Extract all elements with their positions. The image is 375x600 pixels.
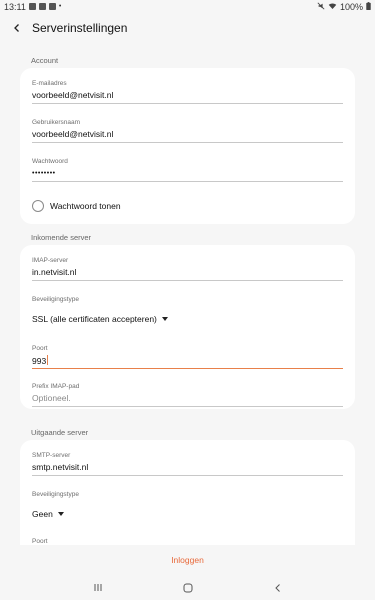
section-header-incoming: Inkomende server (31, 233, 92, 242)
clock: 13:11 (4, 1, 26, 12)
divider (32, 103, 343, 104)
outgoing-server-card: SMTP-server smtp.netvisit.nl Beveiliging… (20, 440, 355, 545)
dropdown-arrow-icon (57, 512, 64, 516)
imap-prefix-input[interactable]: Optioneel. (32, 393, 343, 404)
mute-icon (317, 2, 325, 12)
dropdown-arrow-icon (161, 317, 168, 321)
username-label: Gebruikersnaam (32, 119, 81, 126)
home-icon (183, 583, 192, 592)
section-header-outgoing: Uitgaande server (31, 428, 89, 437)
divider (32, 475, 343, 476)
photo-icon (48, 3, 56, 10)
password-input[interactable]: •••••••• (32, 168, 343, 179)
divider-active (32, 368, 343, 370)
mail-icon (38, 3, 46, 10)
imap-server-input[interactable]: in.netvisit.nl (32, 267, 343, 278)
outgoing-security-label: Beveiligingstype (32, 491, 79, 498)
divider (32, 181, 343, 182)
show-password-label: Wachtwoord tonen (50, 201, 121, 211)
status-bar: 13:11 • 100% (0, 0, 375, 13)
incoming-port-input[interactable]: 993 (32, 355, 343, 366)
radio-icon[interactable] (32, 200, 44, 212)
divider (32, 406, 343, 407)
photo-icon (28, 3, 36, 10)
show-password-toggle[interactable]: Wachtwoord tonen (32, 200, 121, 212)
outgoing-security-value: Geen (32, 509, 53, 519)
divider (32, 142, 343, 143)
settings-scroll-area[interactable]: Account E-mailadres voorbeeld@netvisit.n… (0, 43, 375, 545)
app-bar: Serverinstellingen (0, 13, 375, 43)
incoming-security-label: Beveiligingstype (32, 296, 79, 303)
password-field[interactable]: Wachtwoord •••••••• (32, 158, 343, 182)
back-icon (274, 583, 280, 592)
incoming-security-value: SSL (alle certificaten accepteren) (32, 314, 157, 324)
text-cursor (47, 355, 49, 365)
incoming-security-field: Beveiligingstype (32, 296, 343, 303)
bottom-action-bar: Inloggen (0, 545, 375, 575)
section-header-account: Account (31, 56, 59, 65)
username-field[interactable]: Gebruikersnaam voorbeeld@netvisit.nl (32, 119, 343, 143)
password-label: Wachtwoord (32, 158, 68, 165)
recent-apps-button[interactable] (88, 578, 108, 598)
incoming-port-label: Poort (32, 345, 48, 352)
wifi-icon (328, 2, 337, 12)
recent-apps-icon (94, 584, 101, 591)
email-label: E-mailadres (32, 80, 67, 87)
home-button[interactable] (178, 578, 198, 598)
outgoing-security-dropdown[interactable]: Geen (32, 509, 64, 519)
battery-level: 100% (339, 1, 363, 12)
more-icon: • (58, 3, 62, 10)
email-field[interactable]: E-mailadres voorbeeld@netvisit.nl (32, 80, 343, 104)
system-nav-bar (0, 575, 375, 600)
smtp-server-input[interactable]: smtp.netvisit.nl (32, 462, 343, 473)
username-input[interactable]: voorbeeld@netvisit.nl (32, 129, 343, 140)
divider (32, 280, 343, 281)
outgoing-port-label: Poort (32, 538, 48, 545)
smtp-server-field[interactable]: SMTP-server smtp.netvisit.nl (32, 452, 343, 476)
smtp-server-label: SMTP-server (32, 452, 71, 459)
battery-icon (366, 1, 371, 12)
back-button[interactable] (3, 13, 31, 43)
incoming-port-value: 993 (32, 356, 47, 366)
page-title: Serverinstellingen (32, 21, 128, 35)
imap-prefix-field[interactable]: Prefix IMAP-pad Optioneel. (32, 383, 343, 407)
incoming-security-dropdown[interactable]: SSL (alle certificaten accepteren) (32, 314, 168, 324)
imap-prefix-label: Prefix IMAP-pad (32, 383, 80, 390)
account-card: E-mailadres voorbeeld@netvisit.nl Gebrui… (20, 68, 355, 224)
outgoing-port-field[interactable]: Poort (32, 538, 343, 545)
email-input[interactable]: voorbeeld@netvisit.nl (32, 90, 343, 101)
nav-back-button[interactable] (268, 578, 288, 598)
imap-server-field[interactable]: IMAP-server in.netvisit.nl (32, 257, 343, 281)
login-button[interactable]: Inloggen (171, 555, 204, 565)
incoming-port-field[interactable]: Poort 993 (32, 345, 343, 370)
outgoing-security-field: Beveiligingstype (32, 491, 343, 498)
arrow-left-icon (14, 24, 19, 32)
incoming-server-card: IMAP-server in.netvisit.nl Beveiligingst… (20, 245, 355, 409)
imap-server-label: IMAP-server (32, 257, 69, 264)
